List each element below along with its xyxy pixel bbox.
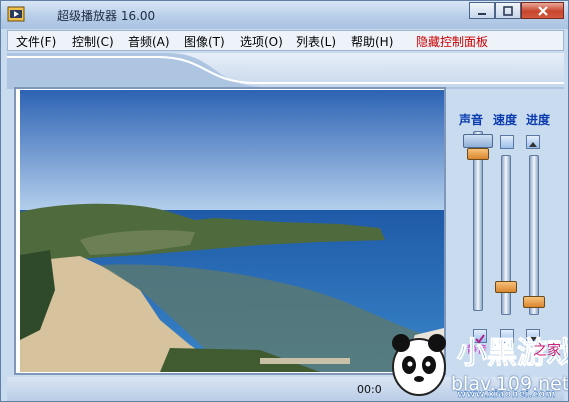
progress-slider-thumb[interactable] xyxy=(523,295,545,308)
progress-label: 进度 xyxy=(526,113,551,127)
volume-slider-thumb[interactable] xyxy=(467,147,489,160)
minimize-button[interactable] xyxy=(469,2,495,19)
up-arrow-icon xyxy=(529,142,537,147)
playback-time: 00:0 xyxy=(357,383,382,396)
volume-cap[interactable] xyxy=(463,134,493,148)
speed-slider-thumb[interactable] xyxy=(495,280,517,293)
menu-bar: 文件(F) 控制(C) 音频(A) 图像(T) 选项(O) 列表(L) 帮助(H… xyxy=(7,30,564,51)
menu-file[interactable]: 文件(F) xyxy=(16,33,56,50)
menu-help[interactable]: 帮助(H) xyxy=(351,33,393,50)
decorative-band xyxy=(7,53,564,89)
xiaohei-watermark-logo: 小黑游戏 之家 www.xiaohei.com xyxy=(392,334,568,400)
minimize-icon xyxy=(478,12,486,15)
menu-audio[interactable]: 音频(A) xyxy=(128,33,170,50)
progress-slider[interactable] xyxy=(529,155,539,315)
watermark-brand-small: 之家 xyxy=(533,342,561,359)
title-bar[interactable]: 超级播放器 16.00 xyxy=(1,1,568,29)
app-icon xyxy=(7,6,25,22)
watermark-url: www.xiaohei.com xyxy=(457,389,556,400)
progress-up-button[interactable] xyxy=(526,135,540,149)
menu-list[interactable]: 列表(L) xyxy=(296,33,336,50)
close-icon xyxy=(537,5,548,16)
speed-label: 速度 xyxy=(493,113,518,127)
volume-label: 声音 xyxy=(459,113,484,127)
close-button[interactable] xyxy=(521,2,564,19)
menu-hide-control-panel[interactable]: 隐藏控制面板 xyxy=(416,33,488,50)
menu-image[interactable]: 图像(T) xyxy=(184,33,225,50)
window-title: 超级播放器 16.00 xyxy=(57,9,156,23)
menu-options[interactable]: 选项(O) xyxy=(240,33,283,50)
speed-reset-button[interactable] xyxy=(500,135,514,149)
menu-control[interactable]: 控制(C) xyxy=(72,33,114,50)
player-window: 超级播放器 16.00 文件(F) 控制(C) 音频(A) 图像(T) 选项(O… xyxy=(0,0,569,402)
video-display[interactable] xyxy=(20,90,444,372)
maximize-button[interactable] xyxy=(495,2,521,19)
maximize-icon xyxy=(503,5,513,16)
decorative-swoosh xyxy=(7,53,564,89)
window-controls xyxy=(469,2,564,20)
